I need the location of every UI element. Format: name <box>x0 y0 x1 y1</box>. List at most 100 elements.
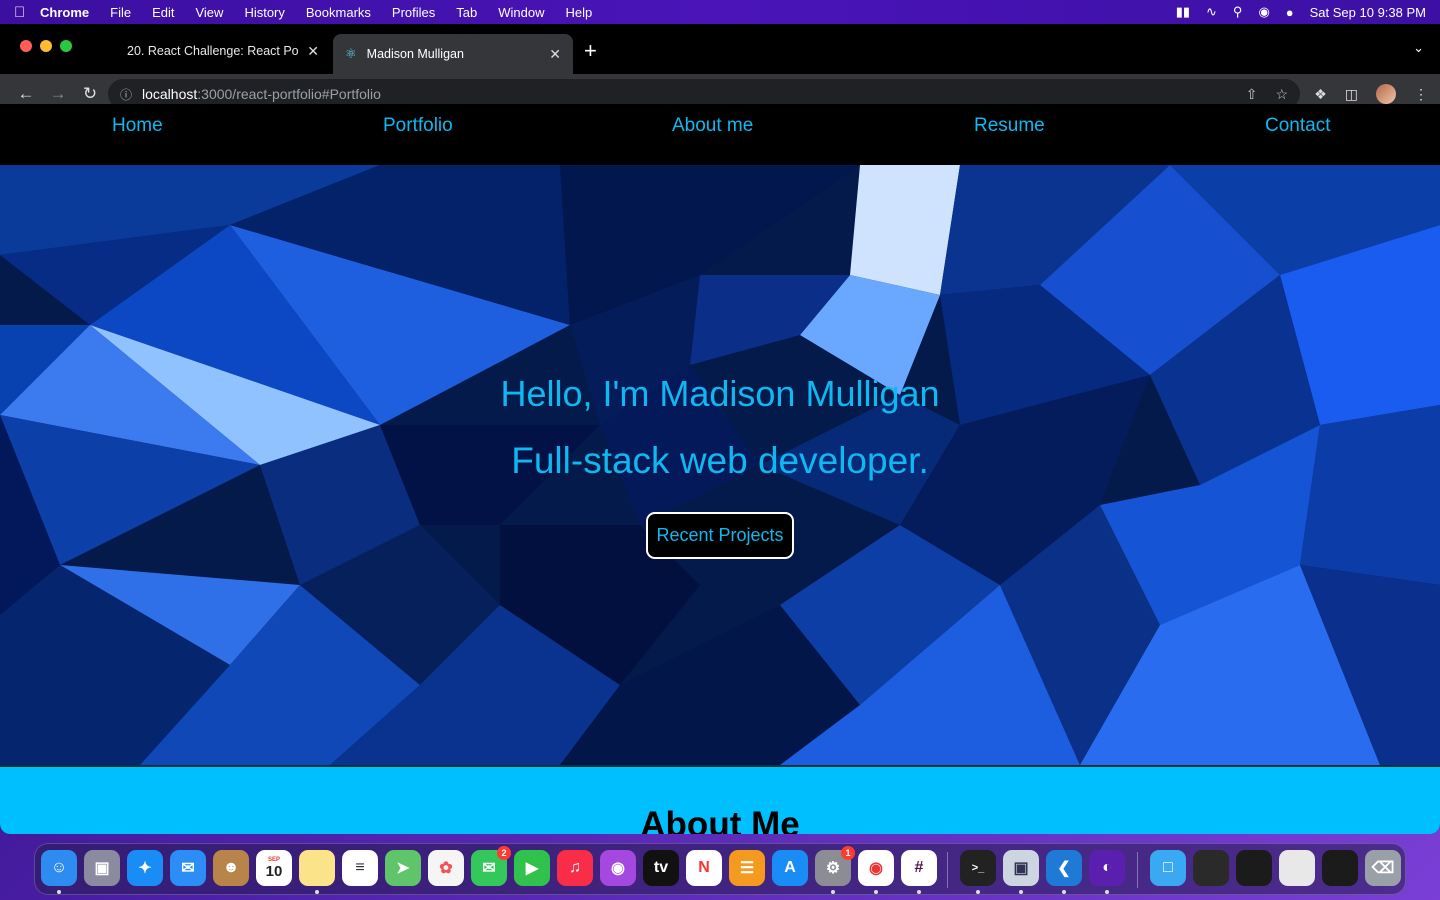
side-panel-icon[interactable]: ◫ <box>1345 86 1358 103</box>
chrome-icon[interactable]: ◉ <box>858 850 894 886</box>
macos-menubar:  Chrome File Edit View History Bookmark… <box>0 0 1440 24</box>
tab-title: 20. React Challenge: React Portfolio <box>127 44 299 58</box>
finder-icon[interactable]: ☺ <box>41 850 77 886</box>
menu-window[interactable]: Window <box>498 5 544 20</box>
tab-close-icon[interactable]: ✕ <box>549 46 561 63</box>
app-store-icon[interactable]: A <box>772 850 808 886</box>
reminders-icon[interactable]: ≡ <box>342 850 378 886</box>
books-icon[interactable]: ☰ <box>729 850 765 886</box>
window-thumbnail-4-icon[interactable] <box>1322 850 1358 886</box>
running-indicator <box>917 890 921 894</box>
music-icon[interactable]: ♫ <box>557 850 593 886</box>
apple-tv-icon[interactable]: tv <box>643 850 679 886</box>
running-indicator <box>1019 890 1023 894</box>
extensions-puzzle-icon[interactable]: ❖ <box>1314 86 1327 103</box>
nav-link-about[interactable]: About me <box>672 115 753 137</box>
news-icon[interactable]: N <box>686 850 722 886</box>
menu-help[interactable]: Help <box>566 5 593 20</box>
forward-arrow-icon[interactable]: → <box>42 84 74 104</box>
window-controls <box>20 40 72 52</box>
dock-separator <box>1137 852 1138 888</box>
messages-icon[interactable]: ✉ 2 <box>471 846 511 886</box>
react-favicon-icon: ⚛ <box>345 46 357 61</box>
wifi-icon[interactable]: ∿ <box>1206 4 1217 20</box>
nav-link-home[interactable]: Home <box>112 115 163 137</box>
web-page: Home Portfolio About me Resume Contact H… <box>0 104 1440 834</box>
slack-icon[interactable]: # <box>901 850 937 886</box>
menu-edit[interactable]: Edit <box>152 5 174 20</box>
minimize-window-button[interactable] <box>40 40 52 52</box>
photos-icon[interactable]: ✿ <box>428 850 464 886</box>
window-thumbnail-2-icon[interactable] <box>1236 850 1272 886</box>
fullscreen-window-button[interactable] <box>60 40 72 52</box>
tab-strip: 20. React Challenge: React Portfolio ✕ ⚛… <box>0 24 1440 74</box>
running-indicator <box>57 890 61 894</box>
menu-view[interactable]: View <box>195 5 223 20</box>
running-indicator <box>1062 890 1066 894</box>
apple-menu-icon[interactable]:  <box>14 4 40 21</box>
siri-icon[interactable]: ● <box>1286 5 1294 20</box>
tab-madison-mulligan[interactable]: ⚛ Madison Mulligan ✕ <box>333 34 573 74</box>
menubar-clock[interactable]: Sat Sep 10 9:38 PM <box>1310 5 1426 20</box>
close-window-button[interactable] <box>20 40 32 52</box>
menu-tab[interactable]: Tab <box>456 5 477 20</box>
downloads-folder-icon[interactable]: □ <box>1150 850 1186 886</box>
menu-file[interactable]: File <box>110 5 131 20</box>
nav-link-resume[interactable]: Resume <box>974 115 1045 137</box>
launchpad-icon[interactable]: ▣ <box>84 850 120 886</box>
system-preferences-icon[interactable]: ⚙ 1 <box>815 846 855 886</box>
running-indicator <box>315 890 319 894</box>
facetime-icon[interactable]: ▶ <box>514 850 550 886</box>
macos-dock: ☺ ▣ ✦ ✉ ☻ SEP 10 ≡ ➤ ✿ ✉ 2 ▶ ♫ ◉ tv N ☰ … <box>34 843 1406 895</box>
site-info-icon[interactable]: ⓘ <box>120 86 142 103</box>
control-center-icon[interactable]: ◉ <box>1258 4 1269 20</box>
contacts-icon[interactable]: ☻ <box>213 850 249 886</box>
podcasts-icon[interactable]: ◉ <box>600 850 636 886</box>
trash-icon[interactable]: ⌫ <box>1365 850 1401 886</box>
tab-react-challenge[interactable]: 20. React Challenge: React Portfolio ✕ <box>115 34 331 68</box>
screen-recorder-icon[interactable]: ◐ <box>1089 850 1125 886</box>
running-indicator <box>1105 890 1109 894</box>
new-tab-button[interactable]: + <box>584 38 597 64</box>
menu-profiles[interactable]: Profiles <box>392 5 435 20</box>
share-icon[interactable]: ⇧ <box>1246 86 1258 103</box>
url-host: localhost <box>142 86 198 102</box>
mail-icon[interactable]: ✉ <box>170 850 206 886</box>
running-indicator <box>874 890 878 894</box>
vscode-icon[interactable]: ❮ <box>1046 850 1082 886</box>
maps-icon[interactable]: ➤ <box>385 850 421 886</box>
nav-link-portfolio[interactable]: Portfolio <box>383 115 453 137</box>
spotlight-search-icon[interactable]: ⚲ <box>1233 4 1243 20</box>
battery-icon[interactable]: ▮▮ <box>1176 4 1190 20</box>
window-thumbnail-3-icon[interactable] <box>1279 850 1315 886</box>
calendar-icon[interactable]: SEP 10 <box>256 850 292 886</box>
more-menu-icon[interactable]: ⋮ <box>1414 86 1428 103</box>
hero-role: Full-stack web developer. <box>511 440 929 481</box>
preview-icon[interactable]: ▣ <box>1003 850 1039 886</box>
window-thumbnail-1-icon[interactable] <box>1193 850 1229 886</box>
running-indicator <box>831 890 835 894</box>
about-section: About Me <box>0 765 1440 834</box>
url-path: :3000/react-portfolio#Portfolio <box>197 86 381 102</box>
menu-history[interactable]: History <box>244 5 284 20</box>
toolbar-actions: ❖ ◫ ⋮ <box>1314 84 1428 104</box>
reload-icon[interactable]: ↻ <box>74 84 106 104</box>
profile-avatar[interactable] <box>1376 84 1396 104</box>
safari-icon[interactable]: ✦ <box>127 850 163 886</box>
tab-close-icon[interactable]: ✕ <box>307 43 319 60</box>
back-arrow-icon[interactable]: ← <box>10 84 42 104</box>
calendar-day: 10 <box>265 862 283 880</box>
menubar-status-area: ▮▮ ∿ ⚲ ◉ ● Sat Sep 10 9:38 PM <box>1176 4 1426 20</box>
bookmark-star-icon[interactable]: ☆ <box>1275 86 1288 103</box>
menu-app-name[interactable]: Chrome <box>40 5 89 20</box>
running-indicator <box>976 890 980 894</box>
terminal-icon[interactable]: >_ <box>960 850 996 886</box>
nav-link-contact[interactable]: Contact <box>1265 115 1330 137</box>
recent-projects-button[interactable]: Recent Projects <box>646 512 794 559</box>
tab-title: Madison Mulligan <box>366 47 464 61</box>
notes-icon[interactable] <box>299 850 335 886</box>
dock-separator <box>947 852 948 888</box>
tab-search-chevron-icon[interactable]: ⌄ <box>1413 40 1424 56</box>
menu-bookmarks[interactable]: Bookmarks <box>306 5 371 20</box>
browser-window: 20. React Challenge: React Portfolio ✕ ⚛… <box>0 24 1440 834</box>
